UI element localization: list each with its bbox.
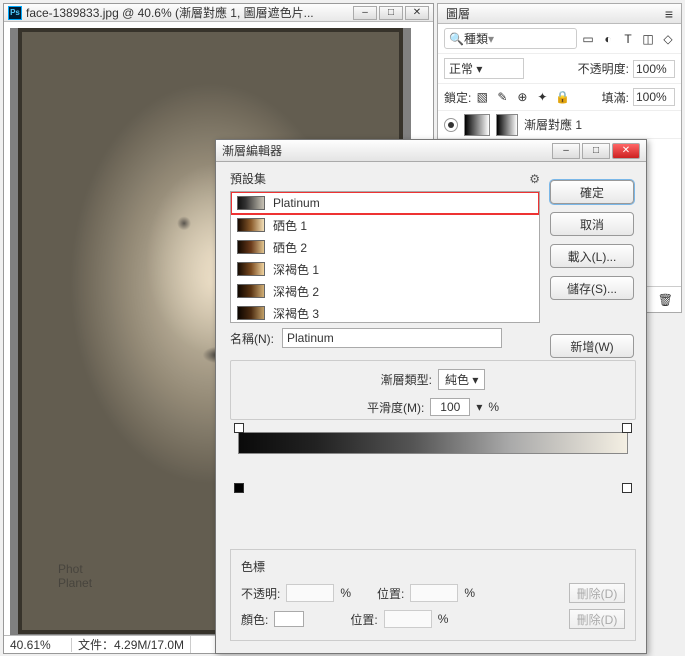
preset-swatch xyxy=(237,306,265,320)
layer-row[interactable]: 漸層對應 1 xyxy=(438,111,681,139)
preset-label: 深褐色 1 xyxy=(273,261,319,278)
color-stop-right[interactable] xyxy=(622,483,632,493)
smoothness-unit: % xyxy=(488,400,499,414)
layer-filter-icons[interactable]: ▭ ◐ T ◫ ◇ xyxy=(581,32,675,46)
filter-pixel-icon: ▭ xyxy=(581,32,595,46)
maximize-button[interactable]: □ xyxy=(379,6,403,20)
close-button[interactable]: ✕ xyxy=(405,6,429,20)
preset-swatch xyxy=(237,218,265,232)
gradient-type-select[interactable]: 純色 ▾ xyxy=(438,369,485,390)
file-info: 文件：4.29M/17.0M xyxy=(72,636,191,653)
name-label: 名稱(N): xyxy=(230,330,274,347)
delete-opacity-stop-button: 刪除(D) xyxy=(569,583,625,603)
gear-icon[interactable]: ⚙ xyxy=(529,172,540,186)
dialog-title: 漸層編輯器 xyxy=(222,142,550,159)
preset-swatch xyxy=(237,196,265,210)
dialog-maximize-button[interactable]: □ xyxy=(582,143,610,159)
preset-swatch xyxy=(237,240,265,254)
preset-label: 硒色 2 xyxy=(273,239,307,256)
minimize-button[interactable]: – xyxy=(353,6,377,20)
watermark: PhotPlanet xyxy=(58,562,92,590)
preset-swatch xyxy=(237,284,265,298)
save-button[interactable]: 儲存(S)... xyxy=(550,276,634,300)
preset-item[interactable]: 硒色 2 xyxy=(231,236,539,258)
preset-label: 深褐色 3 xyxy=(273,305,319,322)
stop-position-field xyxy=(410,584,458,602)
blend-mode-select[interactable]: 正常 ▾ xyxy=(444,58,524,79)
trash-icon[interactable]: 🗑 xyxy=(658,293,673,307)
preset-item[interactable]: 硒色 1 xyxy=(231,214,539,236)
preset-item[interactable]: 深褐色 2 xyxy=(231,280,539,302)
lock-position-icon: ⊕ xyxy=(515,90,529,104)
stop-position2-label: 位置: xyxy=(350,611,377,628)
gradient-track[interactable] xyxy=(238,432,628,454)
cancel-button[interactable]: 取消 xyxy=(550,212,634,236)
filter-type-icon: T xyxy=(621,32,635,46)
dialog-minimize-button[interactable]: – xyxy=(552,143,580,159)
preset-label: 硒色 1 xyxy=(273,217,307,234)
stops-group: 色標 不透明: % 位置: % 刪除(D) 顏色: 位置: % 刪除(D) xyxy=(230,549,636,641)
lock-pixels-icon: ✎ xyxy=(495,90,509,104)
panel-menu-icon[interactable]: ≡ xyxy=(665,6,673,22)
stop-position-label: 位置: xyxy=(377,585,404,602)
preset-swatch xyxy=(237,262,265,276)
visibility-icon[interactable] xyxy=(444,118,458,132)
zoom-level[interactable]: 40.61% xyxy=(4,638,72,652)
smoothness-input[interactable] xyxy=(430,398,470,416)
color-stop-left[interactable] xyxy=(234,483,244,493)
preset-item[interactable]: 深褐色 3 xyxy=(231,302,539,323)
stop-opacity-field xyxy=(286,584,334,602)
smoothness-label: 平滑度(M): xyxy=(367,399,424,416)
mask-thumb xyxy=(496,114,518,136)
gradient-type-label: 漸層類型: xyxy=(381,371,432,388)
preset-item[interactable]: Platinum xyxy=(231,192,539,214)
opacity-input[interactable] xyxy=(633,60,675,78)
lock-all-icon: 🔒 xyxy=(555,90,569,104)
new-button[interactable]: 新增(W) xyxy=(550,334,634,358)
filter-adjust-icon: ◐ xyxy=(601,32,615,46)
filter-smart-icon: ◇ xyxy=(661,32,675,46)
preset-list[interactable]: Platinum 硒色 1 硒色 2 深褐色 1 深褐色 2 深褐色 3 xyxy=(230,191,540,323)
layer-name[interactable]: 漸層對應 1 xyxy=(524,116,582,133)
preset-label: Platinum xyxy=(273,196,320,210)
lock-label: 鎖定: xyxy=(444,89,471,106)
stop-opacity-label: 不透明: xyxy=(241,585,280,602)
document-titlebar: Ps face-1389833.jpg @ 40.6% (漸層對應 1, 圖層遮… xyxy=(4,4,433,22)
fill-label: 填滿: xyxy=(602,89,629,106)
dialog-buttons: 確定 取消 載入(L)... 儲存(S)... 新增(W) xyxy=(550,180,634,358)
name-input[interactable] xyxy=(282,328,502,348)
stops-title: 色標 xyxy=(241,558,625,575)
lock-artboard-icon: ✦ xyxy=(535,90,549,104)
gradient-type-group: 漸層類型: 純色 ▾ 平滑度(M): ▾ % xyxy=(230,360,636,420)
app-icon: Ps xyxy=(8,6,22,20)
stop-color-swatch xyxy=(274,611,304,627)
presets-label: 預設集 xyxy=(230,170,266,187)
opacity-stop-right[interactable] xyxy=(622,423,632,433)
gradient-bar[interactable] xyxy=(238,432,628,480)
layer-filter-search[interactable]: 🔍 種類 ▾ xyxy=(444,28,577,49)
filter-shape-icon: ◫ xyxy=(641,32,655,46)
preset-label: 深褐色 2 xyxy=(273,283,319,300)
layers-panel-title: 圖層 xyxy=(446,5,470,22)
load-button[interactable]: 載入(L)... xyxy=(550,244,634,268)
dialog-close-button[interactable]: ✕ xyxy=(612,143,640,159)
delete-color-stop-button: 刪除(D) xyxy=(569,609,625,629)
dialog-titlebar[interactable]: 漸層編輯器 – □ ✕ xyxy=(216,140,646,162)
lock-transparent-icon: ▧ xyxy=(475,90,489,104)
gradient-editor-dialog: 漸層編輯器 – □ ✕ 預設集 ⚙ Platinum 硒色 1 硒色 2 深褐色 1 深… xyxy=(215,139,647,654)
opacity-stop-left[interactable] xyxy=(234,423,244,433)
lock-icons[interactable]: ▧ ✎ ⊕ ✦ 🔒 xyxy=(475,90,569,104)
ok-button[interactable]: 確定 xyxy=(550,180,634,204)
preset-item[interactable]: 深褐色 1 xyxy=(231,258,539,280)
presets-section: 預設集 ⚙ Platinum 硒色 1 硒色 2 深褐色 1 深褐色 2 深褐色 3 xyxy=(230,170,540,323)
stop-color-label: 顏色: xyxy=(241,611,268,628)
opacity-label: 不透明度: xyxy=(578,60,629,77)
stop-position2-field xyxy=(384,610,432,628)
layers-panel-titlebar: 圖層 ≡ xyxy=(438,4,681,24)
fill-input[interactable] xyxy=(633,88,675,106)
document-title: face-1389833.jpg @ 40.6% (漸層對應 1, 圖層遮色片.… xyxy=(26,4,351,21)
adjustment-thumb xyxy=(464,114,490,136)
